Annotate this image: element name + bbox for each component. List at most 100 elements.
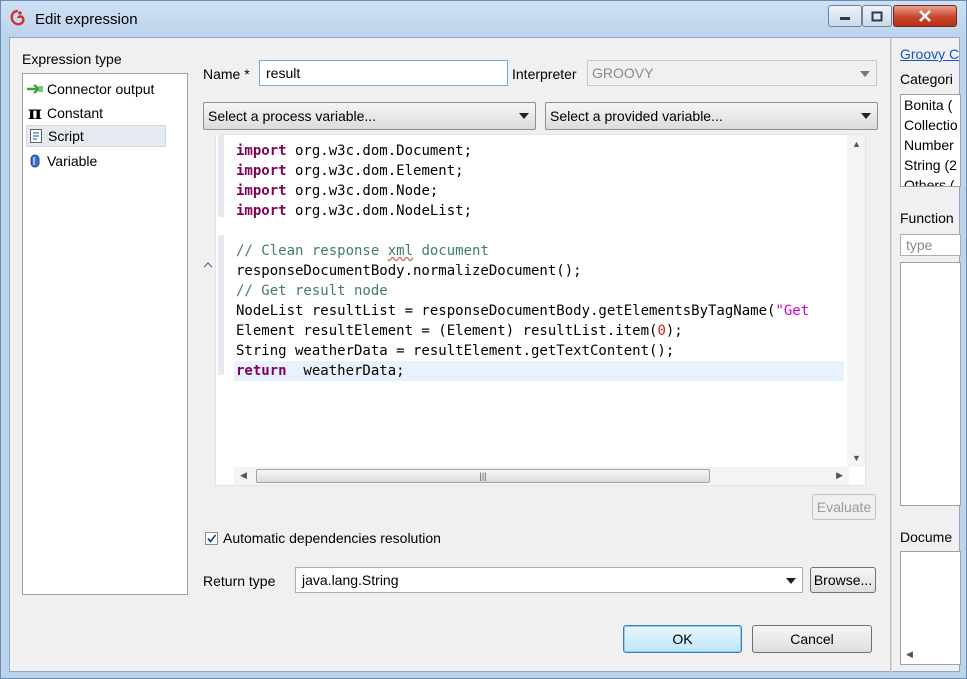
evaluate-button[interactable]: Evaluate	[812, 494, 876, 520]
code-line[interactable]: import org.w3c.dom.Document;	[234, 141, 844, 161]
code-token: org.w3c.dom.Document;	[286, 143, 473, 159]
code-token: return	[236, 363, 287, 379]
editor-gutter	[203, 135, 234, 467]
variable-cylinder-icon	[26, 153, 44, 169]
code-line[interactable]	[234, 221, 844, 241]
expression-type-label-text: Connector output	[47, 81, 155, 97]
functions-label: Function	[900, 210, 954, 226]
scroll-up-icon[interactable]: ▲	[852, 139, 861, 149]
code-line[interactable]: Element resultElement = (Element) result…	[234, 321, 844, 341]
code-area[interactable]: import org.w3c.dom.Document; import org.w…	[234, 141, 844, 381]
browse-button[interactable]: Browse...	[810, 567, 876, 593]
code-token: import	[236, 163, 287, 179]
interpreter-label: Interpreter	[512, 66, 577, 82]
code-token: 0	[657, 323, 666, 339]
expression-type-label-text: Constant	[47, 105, 104, 121]
script-icon	[27, 128, 45, 144]
scroll-left-icon[interactable]: ◀	[906, 649, 913, 660]
functions-filter-input[interactable]: type	[900, 234, 961, 256]
groovy-doc-link[interactable]: Groovy C	[900, 46, 959, 62]
window-title: Edit expression	[35, 11, 138, 28]
code-line[interactable]: // Get result node	[234, 281, 844, 301]
code-token: weatherData;	[286, 363, 405, 379]
code-token: String weatherData = resultElement.getTe…	[236, 343, 675, 359]
fold-region-marker	[218, 135, 224, 217]
expression-type-variable[interactable]: Variable	[26, 150, 166, 172]
editor-horizontal-scrollbar[interactable]: ◀ ||| ▶	[234, 467, 849, 485]
cancel-button[interactable]: Cancel	[752, 625, 872, 653]
minimize-button[interactable]	[828, 5, 862, 27]
code-line[interactable]: responseDocumentBody.normalizeDocument()…	[234, 261, 844, 281]
name-input[interactable]	[259, 60, 508, 86]
expression-type-label-text: Script	[48, 128, 84, 144]
name-label: Name *	[203, 66, 250, 82]
functions-list[interactable]	[900, 262, 961, 506]
checkmark-icon	[207, 534, 217, 543]
expression-type-constant[interactable]: π Constant	[26, 102, 166, 124]
chevron-down-icon	[860, 71, 870, 77]
dialog-content: Expression type Connector output π Const…	[9, 37, 961, 673]
provided-variable-dropdown[interactable]: Select a provided variable...	[545, 102, 878, 130]
code-token: NodeList resultList = responseDocumentBo…	[236, 303, 776, 319]
code-line[interactable]: import org.w3c.dom.NodeList;	[234, 201, 844, 221]
auto-dependencies-label: Automatic dependencies resolution	[223, 530, 441, 546]
scroll-right-icon[interactable]: ▶	[836, 470, 843, 481]
code-token: document	[413, 243, 489, 259]
code-token: // Clean response	[236, 243, 388, 259]
code-token: import	[236, 143, 287, 159]
interpreter-select[interactable]: GROOVY	[587, 60, 877, 86]
expression-type-connector-output[interactable]: Connector output	[26, 78, 166, 100]
scroll-down-icon[interactable]: ▼	[852, 453, 861, 463]
connector-arrow-icon	[26, 81, 44, 97]
ok-button[interactable]: OK	[623, 625, 742, 653]
expression-type-script[interactable]: Script	[26, 125, 166, 147]
script-editor[interactable]: import org.w3c.dom.Document; import org.w…	[203, 134, 866, 486]
code-token: );	[665, 323, 683, 339]
process-variable-placeholder: Select a process variable...	[208, 108, 377, 124]
chevron-down-icon	[519, 113, 529, 119]
code-line[interactable]: return weatherData;	[234, 361, 844, 381]
right-panel-splitter[interactable]	[890, 38, 892, 673]
category-item[interactable]: Collectio	[901, 115, 960, 135]
code-token: responseDocumentBody.normalizeDocument()…	[236, 263, 582, 279]
code-token: org.w3c.dom.NodeList;	[286, 203, 473, 219]
documentation-label: Docume	[900, 529, 953, 545]
code-line[interactable]: String weatherData = resultElement.getTe…	[234, 341, 844, 361]
categories-label: Categori	[900, 71, 953, 87]
maximize-button[interactable]	[862, 5, 892, 27]
code-token: import	[236, 203, 287, 219]
maximize-icon	[871, 11, 883, 21]
code-token: org.w3c.dom.Node;	[286, 183, 439, 199]
expression-type-list: Connector output π Constant Script Varia…	[22, 73, 188, 595]
bonita-logo-icon	[10, 9, 25, 26]
close-icon	[919, 10, 931, 22]
categories-list[interactable]: Bonita ( Collectio Number String (2 Othe…	[900, 94, 961, 187]
code-token: Element resultElement = (Element) result…	[236, 323, 658, 339]
return-type-value: java.lang.String	[302, 572, 399, 588]
category-item[interactable]: Number	[901, 135, 960, 155]
category-item[interactable]: Others (	[901, 175, 960, 186]
scroll-left-icon[interactable]: ◀	[240, 470, 247, 481]
horizontal-scroll-thumb[interactable]: |||	[256, 469, 710, 483]
code-token: // Get result node	[236, 283, 388, 299]
code-line[interactable]: NodeList resultList = responseDocumentBo…	[234, 301, 844, 321]
edit-expression-window: Edit expression Expression type Connecto…	[0, 0, 967, 679]
provided-variable-placeholder: Select a provided variable...	[550, 108, 723, 124]
chevron-down-icon	[786, 578, 796, 584]
category-item[interactable]: Bonita (	[901, 95, 960, 115]
category-item[interactable]: String (2	[901, 155, 960, 175]
return-type-combo[interactable]: java.lang.String	[295, 567, 803, 593]
return-type-label: Return type	[203, 573, 276, 589]
close-button[interactable]	[893, 5, 957, 27]
code-line[interactable]: import org.w3c.dom.Element;	[234, 161, 844, 181]
auto-dependencies-checkbox[interactable]	[205, 532, 218, 545]
code-token: "Get	[775, 303, 810, 319]
code-line[interactable]: import org.w3c.dom.Node;	[234, 181, 844, 201]
minimize-icon	[840, 17, 850, 20]
title-bar[interactable]: Edit expression	[1, 1, 967, 37]
process-variable-dropdown[interactable]: Select a process variable...	[203, 102, 536, 130]
fold-collapse-icon[interactable]	[202, 261, 214, 269]
editor-vertical-scrollbar[interactable]: ▲ ▼	[847, 135, 865, 467]
code-line[interactable]: // Clean response xml document	[234, 241, 844, 261]
fold-region-marker	[218, 235, 224, 375]
